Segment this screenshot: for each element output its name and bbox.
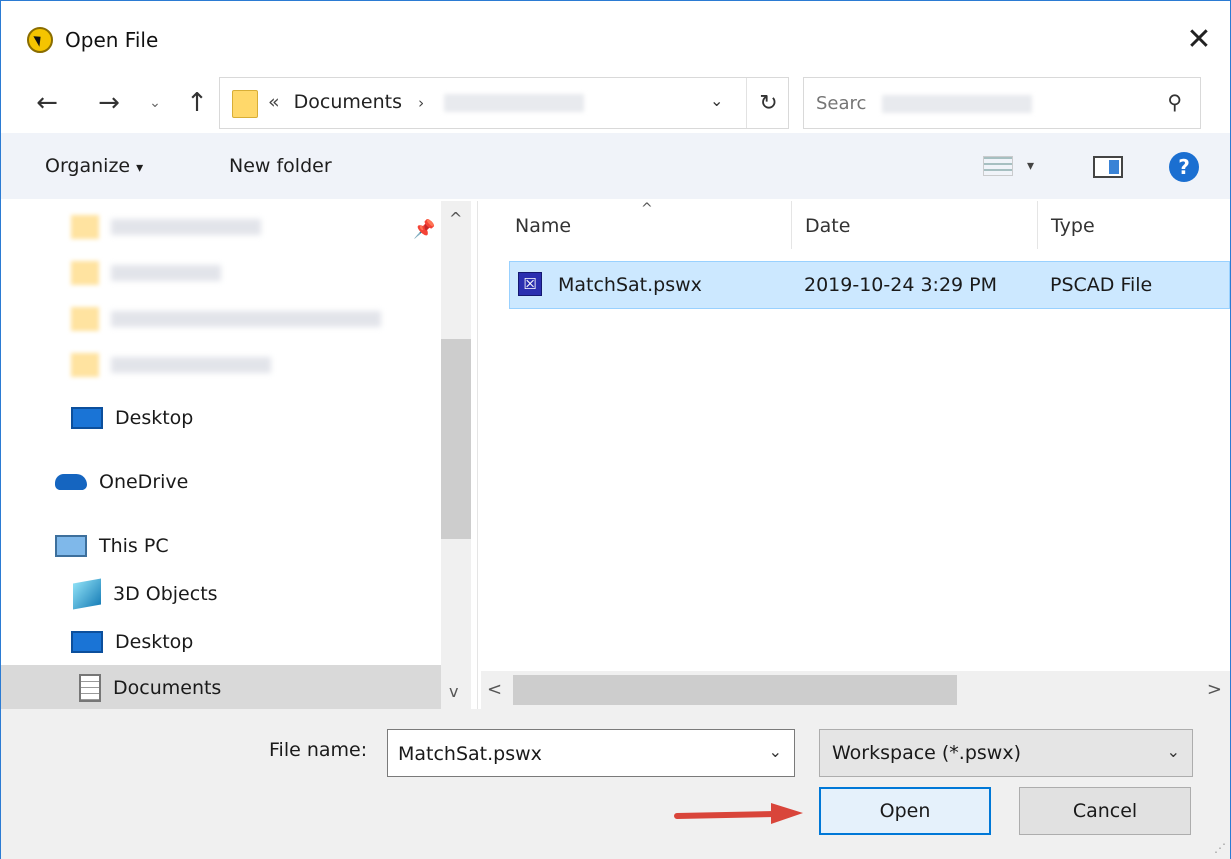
column-header-type[interactable]: Type xyxy=(1051,215,1095,237)
close-button[interactable]: ✕ xyxy=(1168,13,1230,65)
dialog-footer: File name: ⌄ Workspace (*.pswx) ⌄ Open C… xyxy=(1,709,1230,859)
resize-grip-icon[interactable]: ⋰ xyxy=(1214,841,1226,855)
sort-ascending-icon: ^ xyxy=(641,201,653,217)
file-list: ^ Name Date Type ☒ MatchSat.pswx 2019-10… xyxy=(481,201,1230,671)
file-type-value: Workspace (*.pswx) xyxy=(832,742,1021,764)
sidebar-item-label: This PC xyxy=(99,535,169,557)
back-button[interactable]: ← xyxy=(31,87,63,119)
breadcrumb-overflow[interactable]: « xyxy=(268,91,280,113)
column-separator[interactable] xyxy=(791,201,792,249)
organize-button[interactable]: Organize ▾ xyxy=(45,155,143,177)
file-type-select[interactable]: Workspace (*.pswx) ⌄ xyxy=(819,729,1193,777)
sidebar-item-onedrive[interactable]: OneDrive xyxy=(1,459,441,505)
column-separator[interactable] xyxy=(1037,201,1038,249)
annotation-arrow-icon xyxy=(674,803,803,824)
desktop-icon xyxy=(71,407,103,429)
recent-locations-button[interactable]: ⌄ xyxy=(139,87,171,119)
desktop-icon xyxy=(71,631,103,653)
forward-button[interactable]: → xyxy=(93,87,125,119)
pane-divider[interactable] xyxy=(477,201,478,709)
title-bar: Open File ✕ xyxy=(1,1,1230,77)
pscad-app-icon xyxy=(27,27,53,53)
sidebar-item-label: Documents xyxy=(113,677,222,699)
refresh-button[interactable]: ↻ xyxy=(746,78,790,128)
file-name-label: File name: xyxy=(269,739,368,761)
folder-icon xyxy=(71,307,99,331)
blurred-label xyxy=(111,311,381,327)
breadcrumb-blurred-folder[interactable] xyxy=(444,93,585,112)
chevron-down-icon[interactable]: ⌄ xyxy=(769,742,782,761)
this-pc-icon xyxy=(55,535,87,557)
quick-access-item[interactable] xyxy=(71,205,401,249)
search-icon[interactable]: ⚲ xyxy=(1167,90,1182,114)
cancel-button[interactable]: Cancel xyxy=(1019,787,1191,835)
sidebar-item-desktop[interactable]: Desktop xyxy=(1,395,441,441)
change-view-button[interactable]: ▾ xyxy=(983,151,1053,181)
search-box[interactable]: ⚲ xyxy=(803,77,1201,129)
address-bar[interactable]: « Documents › ⌄ ↻ xyxy=(219,77,789,129)
sidebar-item-3d-objects[interactable]: 3D Objects xyxy=(1,571,441,617)
sidebar-item-label: Desktop xyxy=(115,631,194,653)
scroll-right-arrow-icon[interactable]: > xyxy=(1207,679,1222,700)
file-list-horizontal-scrollbar[interactable]: < > xyxy=(481,671,1230,709)
open-button[interactable]: Open xyxy=(819,787,991,835)
scrollbar-thumb[interactable] xyxy=(513,675,957,705)
details-view-icon xyxy=(983,156,1013,176)
quick-access-item[interactable] xyxy=(71,343,401,387)
navigation-pane: Desktop OneDrive This PC 3D Objects Desk… xyxy=(1,201,471,711)
table-row[interactable]: ☒ MatchSat.pswx 2019-10-24 3:29 PM PSCAD… xyxy=(509,261,1230,309)
open-file-dialog: Open File ✕ ← → ⌄ ↑ « Documents › ⌄ ↻ ⚲ … xyxy=(0,0,1231,859)
sidebar-item-this-pc[interactable]: This PC xyxy=(1,523,441,569)
command-toolbar: Organize ▾ New folder ▾ ? xyxy=(1,133,1230,199)
navigation-bar: ← → ⌄ ↑ « Documents › ⌄ ↻ ⚲ xyxy=(1,77,1230,131)
up-button[interactable]: ↑ xyxy=(181,87,213,119)
pscad-file-icon: ☒ xyxy=(518,272,542,296)
new-folder-button[interactable]: New folder xyxy=(229,155,332,177)
file-name-cell: MatchSat.pswx xyxy=(558,274,702,296)
pin-icon[interactable]: 📌 xyxy=(413,219,435,240)
onedrive-icon xyxy=(55,474,87,490)
documents-icon xyxy=(79,674,101,702)
folder-icon xyxy=(71,215,99,239)
sidebar-item-documents[interactable]: Documents xyxy=(1,665,441,711)
scroll-left-arrow-icon[interactable]: < xyxy=(487,679,502,700)
file-type-cell: PSCAD File xyxy=(1050,274,1153,296)
sidebar-item-label: Desktop xyxy=(115,407,194,429)
chevron-down-icon: ⌄ xyxy=(1166,742,1180,761)
column-header-name[interactable]: Name xyxy=(515,215,571,237)
breadcrumb-separator[interactable]: › xyxy=(418,94,424,112)
blurred-label xyxy=(111,357,271,373)
breadcrumb-documents[interactable]: Documents xyxy=(294,91,402,113)
folder-icon xyxy=(71,353,99,377)
scroll-up-arrow-icon[interactable]: ^ xyxy=(449,209,462,228)
help-icon[interactable]: ? xyxy=(1169,152,1199,182)
scroll-down-arrow-icon[interactable]: v xyxy=(449,682,458,701)
3d-objects-icon xyxy=(73,578,101,610)
navigation-pane-scrollbar[interactable]: ^ v xyxy=(441,201,471,709)
sidebar-item-desktop-pc[interactable]: Desktop xyxy=(1,619,441,665)
file-name-input[interactable] xyxy=(398,740,748,768)
folder-icon xyxy=(232,90,258,118)
chevron-down-icon: ▾ xyxy=(1027,158,1035,174)
column-header-date[interactable]: Date xyxy=(805,215,850,237)
quick-access-item[interactable] xyxy=(71,297,401,341)
scrollbar-thumb[interactable] xyxy=(441,339,471,539)
organize-label: Organize xyxy=(45,155,131,177)
sidebar-item-label: OneDrive xyxy=(99,471,189,493)
blurred-label xyxy=(111,265,221,281)
file-date-cell: 2019-10-24 3:29 PM xyxy=(804,274,998,296)
file-name-combobox[interactable]: ⌄ xyxy=(387,729,795,777)
chevron-down-icon: ▾ xyxy=(136,160,144,176)
dialog-title: Open File xyxy=(65,28,159,52)
quick-access-item[interactable] xyxy=(71,251,401,295)
address-dropdown-button[interactable]: ⌄ xyxy=(710,91,723,110)
preview-pane-icon[interactable] xyxy=(1093,156,1123,178)
search-blurred-text xyxy=(882,95,1032,113)
blurred-label xyxy=(111,219,261,235)
breadcrumb: « Documents › xyxy=(268,91,585,113)
folder-icon xyxy=(71,261,99,285)
sidebar-item-label: 3D Objects xyxy=(113,583,218,605)
